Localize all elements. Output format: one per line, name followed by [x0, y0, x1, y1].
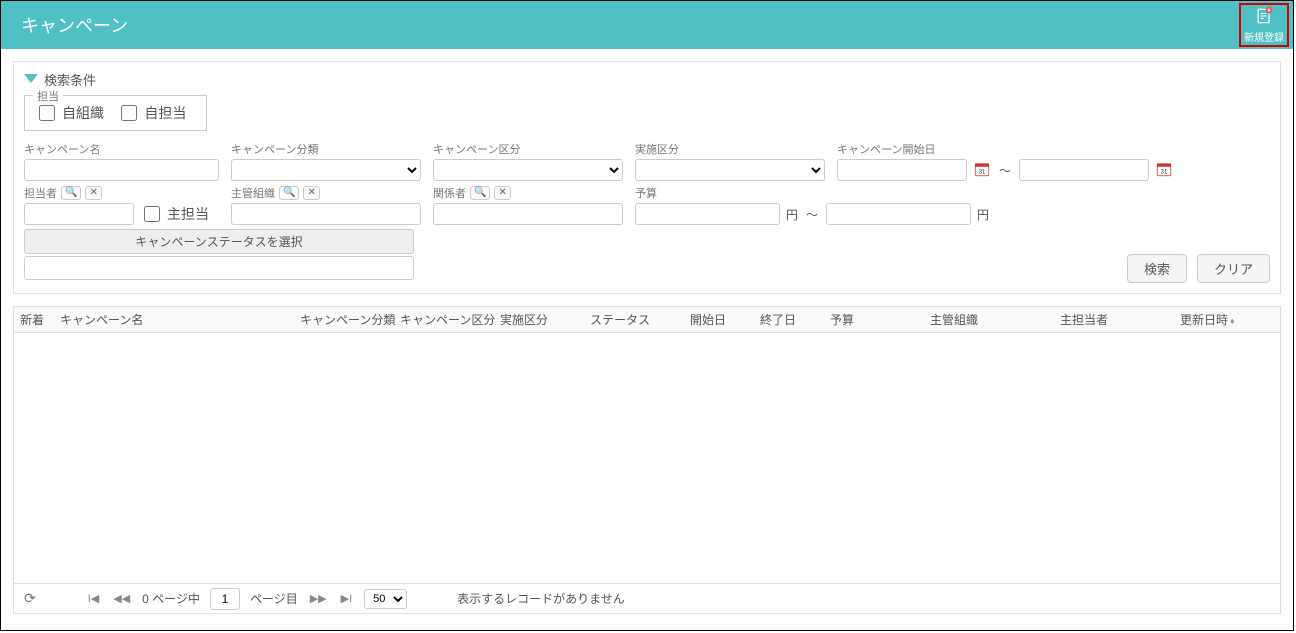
grid-footer: ⟳ I◀ ◀◀ 0 ページ中 ページ目 ▶▶ ▶I 50 表示するレコードがあり… — [14, 583, 1280, 613]
document-plus-icon — [1254, 6, 1274, 29]
search-panel-title: 検索条件 — [44, 70, 96, 89]
calendar-to-icon[interactable]: 31 — [1155, 160, 1173, 181]
col-name[interactable]: キャンペーン名 — [54, 311, 294, 328]
start-date-label: キャンペーン開始日 — [837, 141, 1173, 157]
page-input[interactable] — [210, 588, 240, 610]
calendar-from-icon[interactable]: 31 — [973, 160, 991, 181]
yosan-to-input[interactable] — [826, 203, 971, 225]
col-jisshi[interactable]: 実施区分 — [494, 311, 584, 328]
no-records-label: 表示するレコードがありません — [457, 590, 625, 607]
jisshi-kubun-label: 実施区分 — [635, 141, 825, 157]
search-panel: 検索条件 担当 自組織 自担当 キャンペーン名 キャンペーン分類 — [13, 61, 1281, 294]
first-page-icon[interactable]: I◀ — [86, 592, 102, 605]
campaign-name-input[interactable] — [24, 159, 219, 181]
sort-icon: ♦ — [1230, 316, 1235, 326]
yen-label-2: 円 — [977, 206, 989, 223]
own-org-checkbox[interactable] — [39, 105, 55, 121]
clear-button[interactable]: クリア — [1197, 254, 1270, 283]
own-org-checkbox-label[interactable]: 自組織 — [35, 102, 104, 124]
search-panel-toggle[interactable]: 検索条件 — [24, 70, 1270, 89]
yen-label-1: 円 — [786, 206, 798, 223]
tantousha-clear-icon[interactable]: ✕ — [85, 186, 101, 200]
col-yosan[interactable]: 予算 — [824, 311, 924, 328]
col-kubun[interactable]: キャンペーン区分 — [394, 311, 494, 328]
page-title: キャンペーン — [21, 12, 128, 38]
shukan-soshiki-clear-icon[interactable]: ✕ — [303, 186, 319, 200]
start-date-to-input[interactable] — [1019, 159, 1149, 181]
campaign-kubun-label: キャンペーン区分 — [433, 141, 623, 157]
pages-total-label: 0 ページ中 — [142, 590, 200, 607]
tantousha-label: 担当者 — [24, 185, 57, 201]
start-date-from-input[interactable] — [837, 159, 967, 181]
campaign-class-select[interactable] — [231, 159, 421, 181]
col-class[interactable]: キャンペーン分類 — [294, 311, 394, 328]
chevron-down-icon — [24, 72, 38, 87]
jisshi-kubun-select[interactable] — [635, 159, 825, 181]
kankeisha-input[interactable] — [433, 203, 623, 225]
last-page-icon[interactable]: ▶I — [339, 592, 355, 605]
reload-icon[interactable]: ⟳ — [24, 590, 36, 607]
col-shutantou[interactable]: 主担当者 — [1054, 311, 1174, 328]
svg-text:31: 31 — [1161, 169, 1168, 175]
campaign-class-label: キャンペーン分類 — [231, 141, 421, 157]
col-updated[interactable]: 更新日時♦ — [1174, 311, 1280, 328]
status-select-button[interactable]: キャンペーンステータスを選択 — [24, 229, 414, 254]
col-new[interactable]: 新着 — [14, 311, 54, 328]
pages-suffix-label: ページ目 — [250, 590, 298, 607]
shukan-soshiki-search-icon[interactable]: 🔍 — [279, 186, 299, 200]
next-page-icon[interactable]: ▶▶ — [308, 592, 329, 605]
own-person-checkbox[interactable] — [121, 105, 137, 121]
new-register-label: 新規登録 — [1244, 29, 1284, 44]
own-person-checkbox-label[interactable]: 自担当 — [117, 102, 186, 124]
shukan-soshiki-label: 主管組織 — [231, 185, 275, 201]
page-header: キャンペーン 新規登録 — [1, 1, 1293, 49]
grid-header-row: 新着 キャンペーン名 キャンペーン分類 キャンペーン区分 実施区分 ステータス … — [14, 307, 1280, 333]
tantou-fieldset: 担当 自組織 自担当 — [24, 95, 207, 131]
tantousha-search-icon[interactable]: 🔍 — [61, 186, 81, 200]
col-status[interactable]: ステータス — [584, 311, 684, 328]
prev-page-icon[interactable]: ◀◀ — [111, 592, 132, 605]
kankeisha-search-icon[interactable]: 🔍 — [470, 186, 490, 200]
kankeisha-label: 関係者 — [433, 185, 466, 201]
svg-text:31: 31 — [979, 169, 986, 175]
campaign-kubun-select[interactable] — [433, 159, 623, 181]
col-soshiki[interactable]: 主管組織 — [924, 311, 1054, 328]
main-tantou-checkbox-label[interactable]: 主担当 — [140, 203, 209, 225]
kankeisha-clear-icon[interactable]: ✕ — [494, 186, 510, 200]
date-range-sep: ～ — [997, 162, 1013, 179]
yosan-range-sep: ～ — [804, 206, 820, 223]
main-tantou-checkbox[interactable] — [144, 206, 160, 222]
grid-body — [14, 333, 1280, 583]
tantousha-input[interactable] — [24, 203, 134, 225]
page-size-select[interactable]: 50 — [364, 589, 407, 609]
new-register-button[interactable]: 新規登録 — [1239, 3, 1289, 47]
campaign-name-label: キャンペーン名 — [24, 141, 219, 157]
col-end[interactable]: 終了日 — [754, 311, 824, 328]
yosan-from-input[interactable] — [635, 203, 780, 225]
shukan-soshiki-input[interactable] — [231, 203, 421, 225]
col-start[interactable]: 開始日 — [684, 311, 754, 328]
search-button[interactable]: 検索 — [1127, 254, 1187, 283]
result-grid: 新着 キャンペーン名 キャンペーン分類 キャンペーン区分 実施区分 ステータス … — [13, 306, 1281, 614]
tantou-legend: 担当 — [33, 88, 63, 104]
yosan-label: 予算 — [635, 185, 989, 201]
status-box[interactable] — [24, 256, 414, 280]
